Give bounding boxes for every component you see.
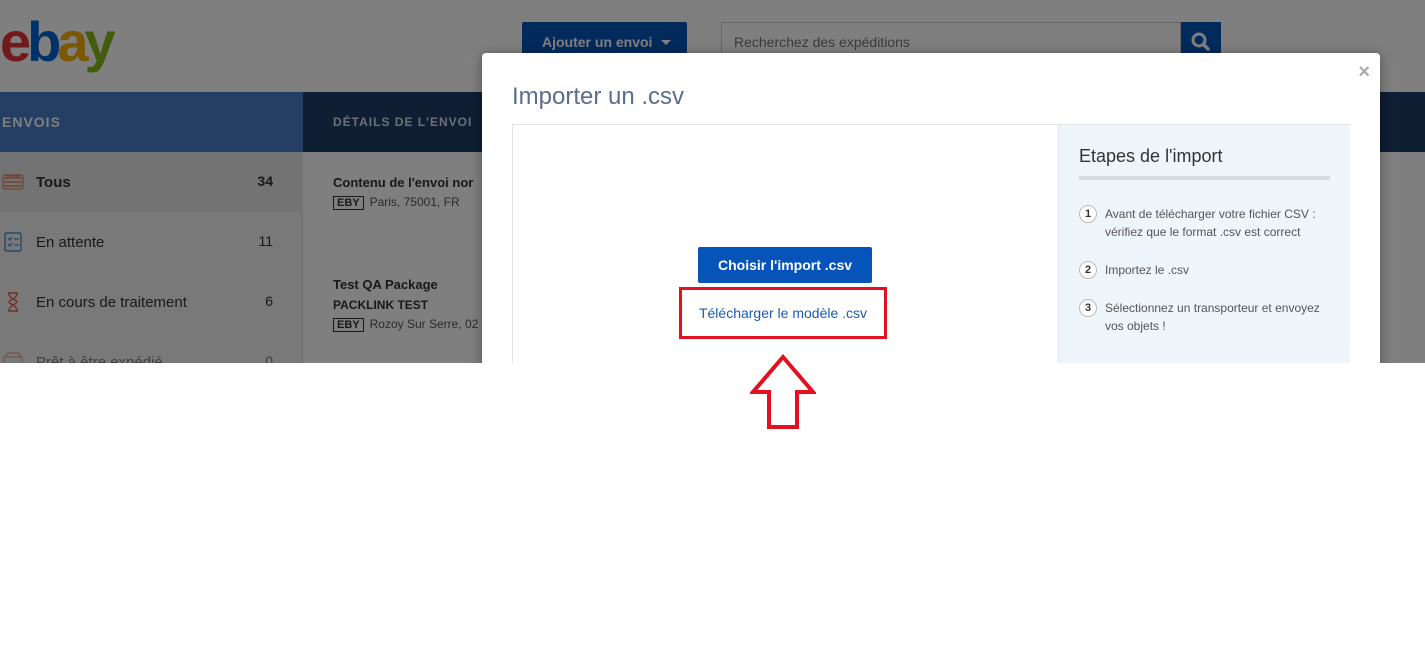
- step-number: 2: [1079, 261, 1097, 279]
- modal-body: Choisir l'import .csv Télécharger le mod…: [512, 124, 1350, 363]
- download-template-link[interactable]: Télécharger le modèle .csv: [679, 287, 887, 339]
- step-text: Importez le .csv: [1105, 263, 1190, 277]
- step-text: Avant de télécharger votre fichier CSV :…: [1105, 207, 1316, 239]
- step-text: Sélectionnez un transporteur et envoyez …: [1105, 301, 1320, 333]
- close-icon[interactable]: ×: [1358, 61, 1370, 84]
- choose-csv-button[interactable]: Choisir l'import .csv: [698, 247, 872, 283]
- import-steps-panel: Etapes de l'import 1 Avant de télécharge…: [1058, 125, 1350, 363]
- screen: ebay Ajouter un envoi ENVOIS DÉTAILS DE …: [0, 0, 1425, 363]
- step-number: 1: [1079, 205, 1097, 223]
- modal-title: Importer un .csv: [512, 83, 685, 110]
- step-number: 3: [1079, 299, 1097, 317]
- annotation-arrow-icon: [750, 354, 816, 429]
- import-csv-modal: × Importer un .csv Choisir l'import .csv…: [482, 53, 1380, 363]
- steps-divider: [1079, 176, 1330, 180]
- steps-title: Etapes de l'import: [1079, 146, 1223, 166]
